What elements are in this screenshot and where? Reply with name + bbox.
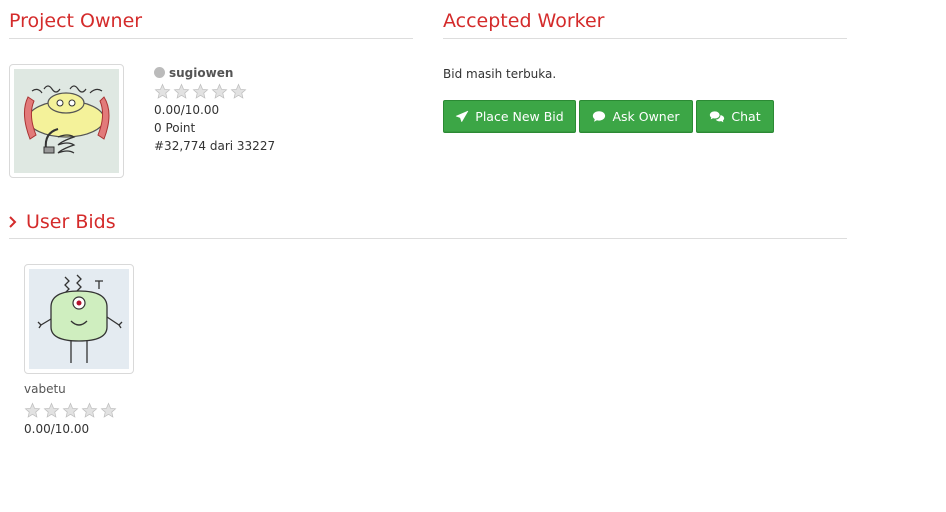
star-icon bbox=[192, 83, 209, 99]
star-icon bbox=[154, 83, 171, 99]
owner-avatar-image bbox=[14, 69, 119, 173]
star-icon bbox=[81, 402, 98, 418]
owner-username[interactable]: sugiowen bbox=[169, 66, 233, 80]
chat-label: Chat bbox=[731, 109, 761, 124]
chevron-right-icon bbox=[9, 216, 17, 228]
place-new-bid-label: Place New Bid bbox=[475, 109, 564, 124]
bidder-rating-stars bbox=[24, 402, 117, 419]
star-icon bbox=[230, 83, 247, 99]
owner-username-row: sugiowen bbox=[154, 66, 233, 80]
paper-plane-icon bbox=[456, 110, 469, 122]
accepted-worker-heading: Accepted Worker bbox=[443, 10, 605, 32]
user-bids-divider bbox=[9, 238, 847, 239]
comments-icon bbox=[710, 111, 725, 123]
owner-rank: #32,774 dari 33227 bbox=[154, 139, 276, 153]
owner-avatar[interactable] bbox=[9, 64, 124, 178]
owner-rating-stars bbox=[154, 83, 247, 100]
star-icon bbox=[43, 402, 60, 418]
offline-dot-icon bbox=[154, 67, 165, 78]
place-new-bid-button[interactable]: Place New Bid bbox=[443, 100, 576, 133]
bid-status-text: Bid masih terbuka. bbox=[443, 67, 557, 81]
bidder-avatar[interactable] bbox=[24, 264, 134, 374]
bidder-rating-text: 0.00/10.00 bbox=[24, 422, 90, 436]
comment-icon bbox=[593, 111, 606, 122]
project-owner-divider bbox=[9, 38, 413, 39]
accepted-worker-divider bbox=[443, 38, 847, 39]
user-bids-heading: User Bids bbox=[26, 211, 116, 233]
project-owner-heading: Project Owner bbox=[9, 10, 143, 32]
chat-button[interactable]: Chat bbox=[696, 100, 774, 133]
star-icon bbox=[24, 402, 41, 418]
owner-points: 0 Point bbox=[154, 121, 196, 135]
star-icon bbox=[211, 83, 228, 99]
star-icon bbox=[100, 402, 117, 418]
star-icon bbox=[173, 83, 190, 99]
bidder-avatar-image bbox=[29, 269, 129, 369]
star-icon bbox=[62, 402, 79, 418]
ask-owner-label: Ask Owner bbox=[612, 109, 680, 124]
bidder-username[interactable]: vabetu bbox=[24, 382, 66, 396]
owner-rating-text: 0.00/10.00 bbox=[154, 103, 220, 117]
ask-owner-button[interactable]: Ask Owner bbox=[579, 100, 693, 133]
